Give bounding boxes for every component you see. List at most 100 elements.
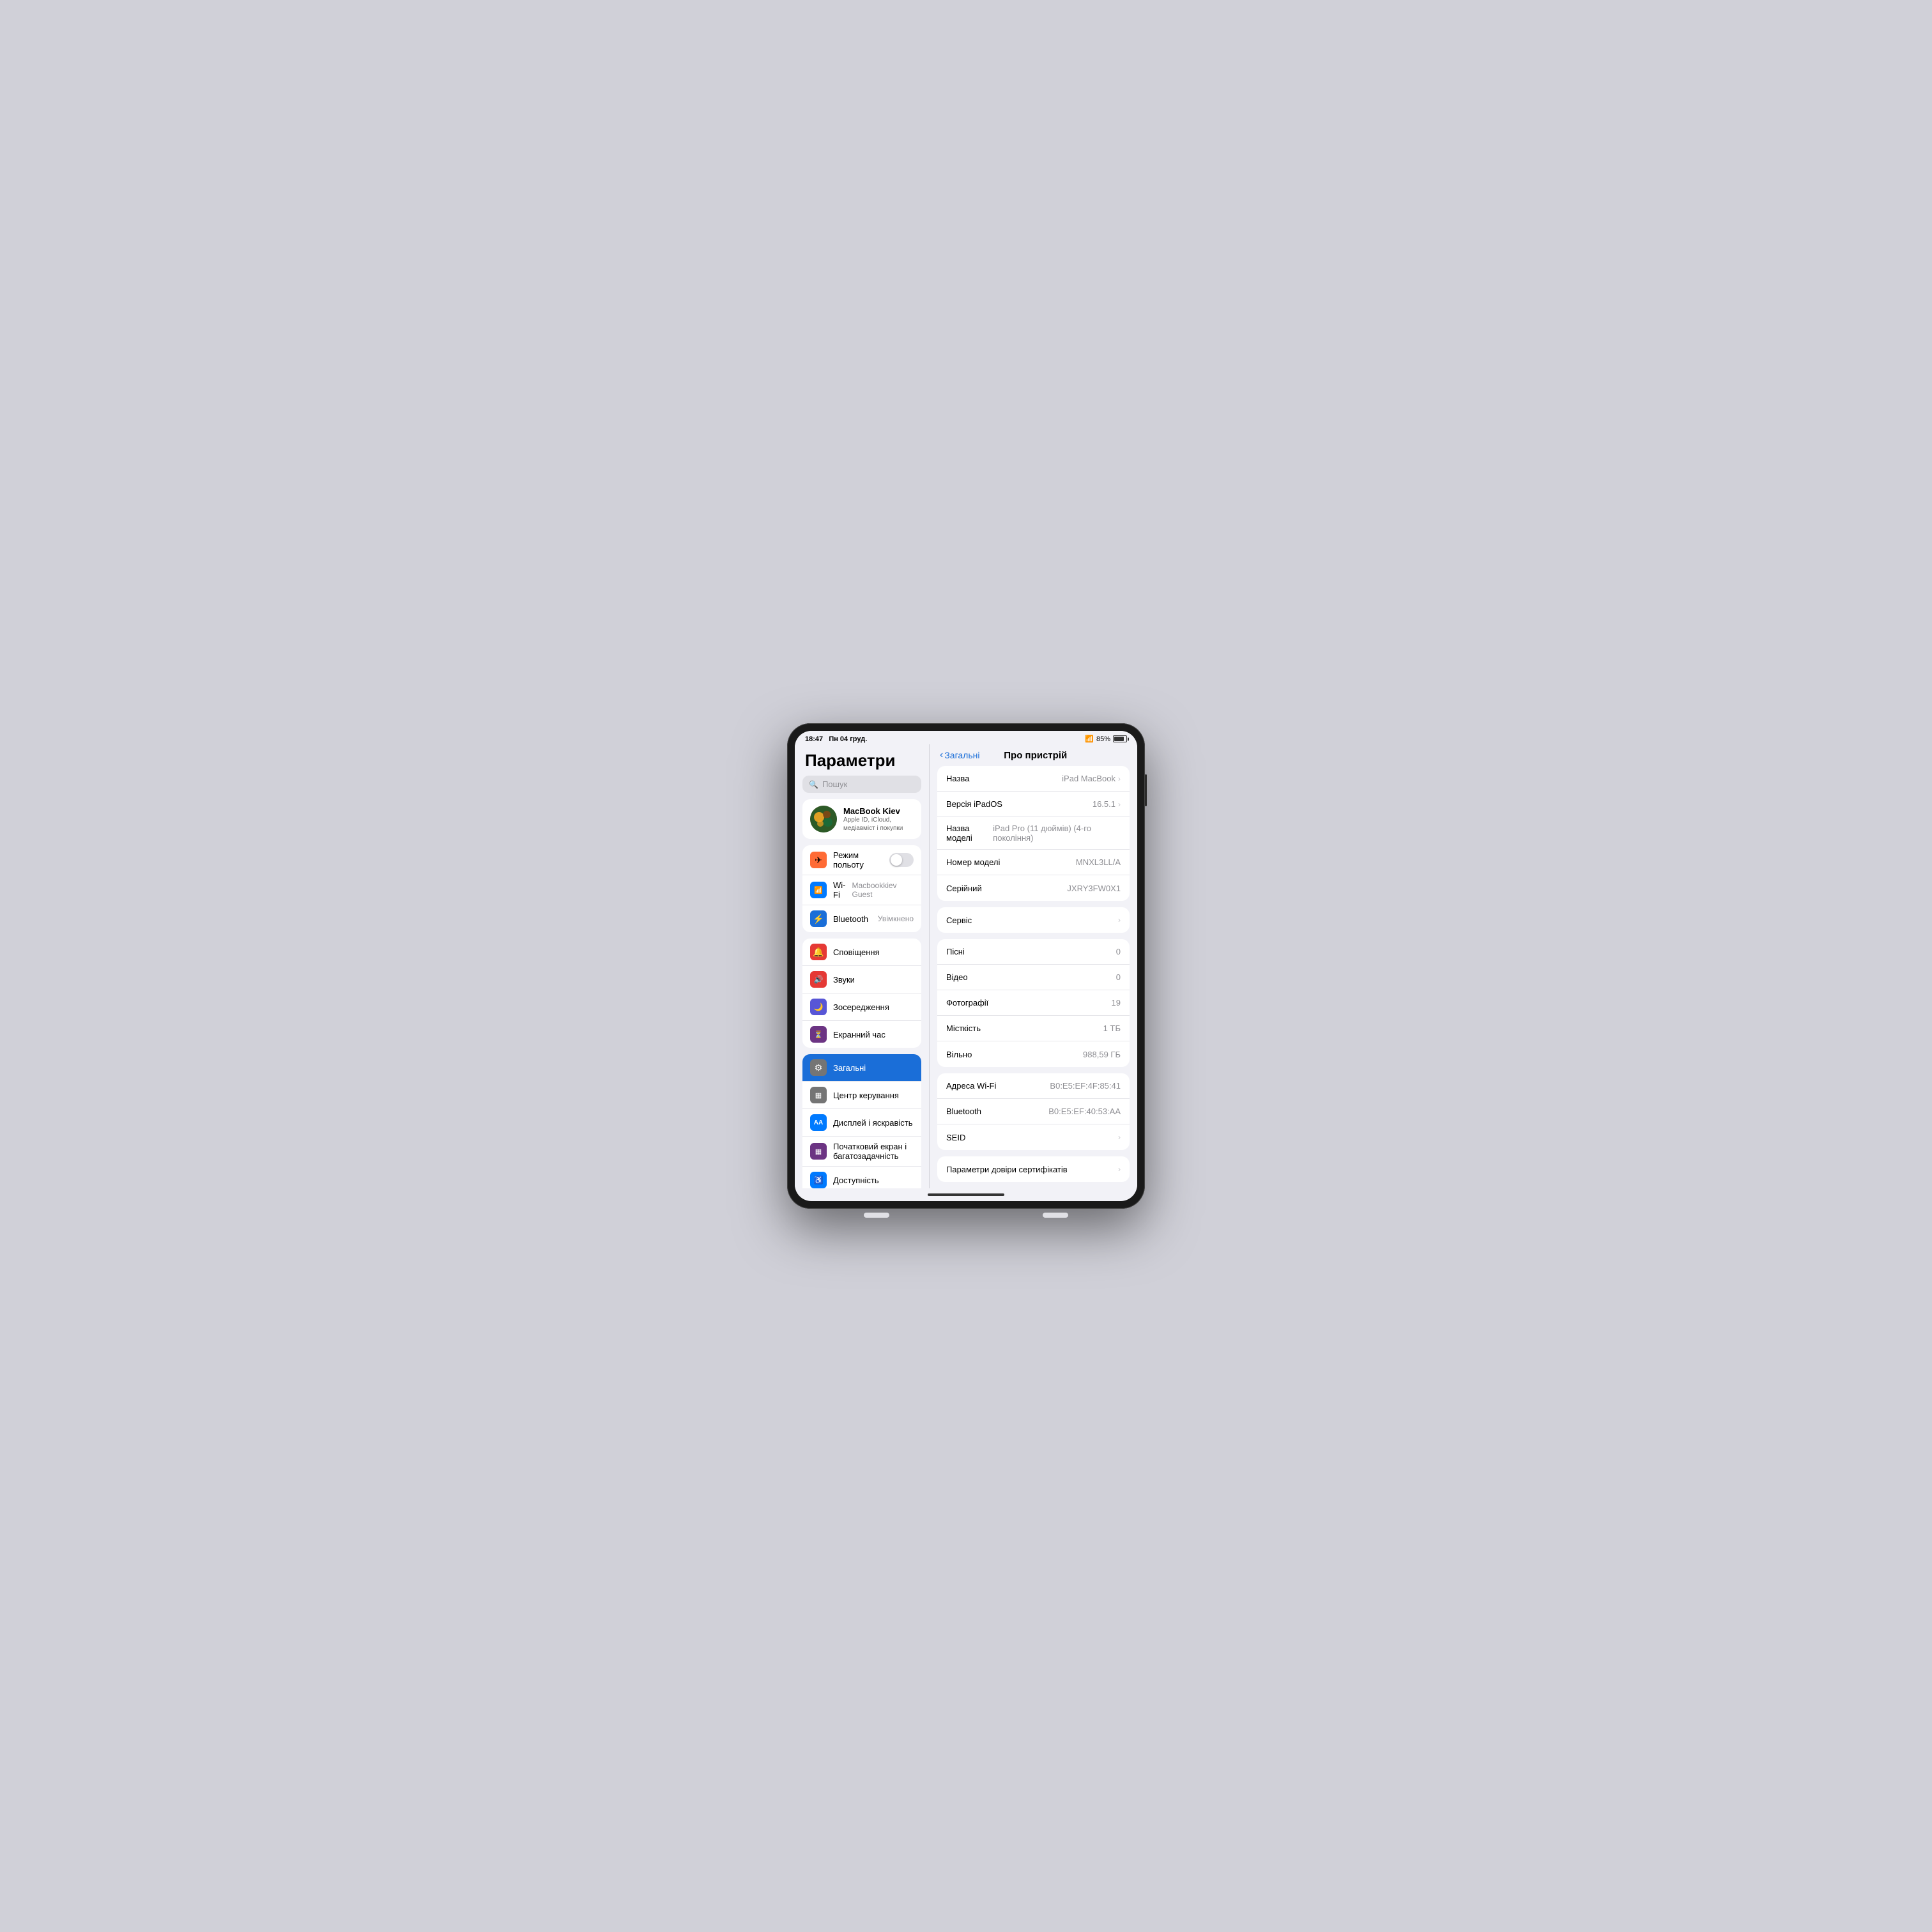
sidebar-item-notifications[interactable]: 🔔 Сповіщення — [802, 939, 921, 966]
info-group-device: Назва iPad MacBook › Версія iPadOS 16.5.… — [937, 766, 1130, 901]
info-row-name: Назва iPad MacBook › — [937, 766, 1130, 792]
cert-trust-value: › — [1118, 1165, 1121, 1174]
connector-right — [1043, 1213, 1068, 1218]
service-value: › — [1118, 916, 1121, 924]
sidebar-item-home-screen[interactable]: ▦ Початковий екран ібагатозадачність — [802, 1137, 921, 1167]
accessibility-icon: ♿ — [810, 1172, 827, 1188]
battery-percent: 85% — [1096, 735, 1110, 743]
info-row-video: Відео 0 — [937, 965, 1130, 990]
connector-left — [864, 1213, 889, 1218]
status-date: Пн 04 груд. — [829, 735, 867, 743]
songs-value: 0 — [1116, 947, 1121, 956]
model-number-value: MNXL3LL/A — [1076, 857, 1121, 867]
available-label: Вільно — [946, 1050, 972, 1059]
account-name: MacBook Kiev — [843, 806, 914, 816]
info-row-bluetooth-address: Bluetooth B0:E5:EF:40:53:AA — [937, 1099, 1130, 1124]
search-placeholder: Пошук — [822, 779, 847, 789]
focus-icon: 🌙 — [810, 999, 827, 1015]
info-group-media: Пісні 0 Відео 0 Фотографії 19 Місткість … — [937, 939, 1130, 1067]
sidebar-item-display[interactable]: AA Дисплей і яскравість — [802, 1109, 921, 1137]
battery-fill — [1114, 737, 1124, 741]
model-name-label: Назва моделі — [946, 824, 993, 843]
sidebar-item-focus[interactable]: 🌙 Зосередження — [802, 993, 921, 1021]
photos-label: Фотографії — [946, 998, 988, 1008]
ipad-screen: 18:47 Пн 04 груд. 📶 85% Параметри 🔍 — [795, 731, 1137, 1201]
info-group-network: Адреса Wi-Fi B0:E5:EF:4F:85:41 Bluetooth… — [937, 1073, 1130, 1150]
home-bar — [928, 1193, 1004, 1196]
sounds-label: Звуки — [833, 975, 914, 985]
info-row-seid[interactable]: SEID › — [937, 1124, 1130, 1150]
settings-group-connectivity: ✈ Режим польоту 📶 Wi-Fi Macbookkiev Gues… — [802, 845, 921, 932]
back-chevron-icon: ‹ — [940, 749, 943, 761]
video-label: Відео — [946, 972, 968, 982]
info-row-service[interactable]: Сервіс › — [937, 907, 1130, 933]
search-bar[interactable]: 🔍 Пошук — [802, 776, 921, 793]
panel-nav: ‹ Загальні Про пристрій — [930, 744, 1137, 766]
info-row-ipados: Версія iPadOS 16.5.1 › — [937, 792, 1130, 817]
bluetooth-address-value: B0:E5:EF:40:53:AA — [1048, 1107, 1121, 1116]
info-row-model-name: Назва моделі iPad Pro (11 дюймів) (4-го … — [937, 817, 1130, 850]
wifi-label: Wi-Fi — [833, 880, 846, 900]
notifications-label: Сповіщення — [833, 947, 914, 957]
general-icon: ⚙ — [810, 1059, 827, 1076]
display-icon: AA — [810, 1114, 827, 1131]
status-right-icons: 📶 85% — [1085, 735, 1127, 743]
sidebar-item-airplane[interactable]: ✈ Режим польоту — [802, 845, 921, 875]
sidebar-item-bluetooth[interactable]: ⚡ Bluetooth Увімкнено — [802, 905, 921, 932]
info-row-capacity: Місткість 1 ТБ — [937, 1016, 1130, 1041]
bluetooth-label: Bluetooth — [833, 914, 871, 924]
sidebar-item-screen-time[interactable]: ⏳ Екранний час — [802, 1021, 921, 1048]
home-indicator[interactable] — [795, 1188, 1137, 1201]
general-label: Загальні — [833, 1063, 914, 1073]
photos-value: 19 — [1112, 998, 1121, 1008]
accessibility-label: Доступність — [833, 1176, 914, 1185]
battery-icon — [1113, 735, 1127, 742]
info-row-serial: Серійний JXRY3FW0X1 — [937, 875, 1130, 901]
seid-value: › — [1118, 1133, 1121, 1142]
sidebar-item-general[interactable]: ⚙ Загальні — [802, 1054, 921, 1082]
serial-label: Серійний — [946, 884, 982, 893]
power-button[interactable] — [1145, 774, 1147, 806]
display-label: Дисплей і яскравість — [833, 1118, 914, 1128]
info-row-songs: Пісні 0 — [937, 939, 1130, 965]
status-time-date: 18:47 Пн 04 груд. — [805, 735, 867, 743]
service-chevron: › — [1118, 916, 1121, 924]
name-value: iPad MacBook › — [1062, 774, 1121, 783]
sidebar-item-accessibility[interactable]: ♿ Доступність — [802, 1167, 921, 1188]
wifi-address-label: Адреса Wi-Fi — [946, 1081, 996, 1091]
info-row-cert-trust[interactable]: Параметри довіри сертифікатів › — [937, 1156, 1130, 1182]
ipados-label: Версія iPadOS — [946, 799, 1002, 809]
focus-label: Зосередження — [833, 1002, 914, 1012]
account-avatar — [810, 806, 837, 832]
status-bar: 18:47 Пн 04 груд. 📶 85% — [795, 731, 1137, 744]
info-row-photos: Фотографії 19 — [937, 990, 1130, 1016]
sidebar-item-control-center[interactable]: ▦ Центр керування — [802, 1082, 921, 1109]
status-time: 18:47 — [805, 735, 823, 743]
home-screen-label: Початковий екран ібагатозадачність — [833, 1142, 914, 1161]
airplane-label: Режим польоту — [833, 850, 883, 870]
back-label: Загальні — [944, 750, 979, 760]
search-icon: 🔍 — [809, 780, 818, 789]
seid-chevron: › — [1118, 1133, 1121, 1142]
model-number-label: Номер моделі — [946, 857, 1000, 867]
sidebar-title: Параметри — [795, 744, 929, 776]
sidebar-item-sounds[interactable]: 🔊 Звуки — [802, 966, 921, 993]
wifi-address-value: B0:E5:EF:4F:85:41 — [1050, 1081, 1121, 1091]
capacity-label: Місткість — [946, 1023, 981, 1033]
home-screen-icon: ▦ — [810, 1143, 827, 1160]
bluetooth-value: Увімкнено — [878, 914, 914, 923]
account-subtitle: Apple ID, iCloud,медіавміст і покупки — [843, 816, 914, 832]
capacity-value: 1 ТБ — [1103, 1023, 1121, 1033]
back-button[interactable]: ‹ Загальні — [940, 749, 979, 761]
songs-label: Пісні — [946, 947, 965, 956]
sounds-icon: 🔊 — [810, 971, 827, 988]
sidebar-item-wifi[interactable]: 📶 Wi-Fi Macbookkiev Guest — [802, 875, 921, 905]
model-name-value: iPad Pro (11 дюймів) (4-го покоління) — [993, 824, 1121, 843]
airplane-toggle[interactable] — [889, 853, 914, 867]
sidebar: Параметри 🔍 Пошук — [795, 744, 929, 1188]
account-section[interactable]: MacBook Kiev Apple ID, iCloud,медіавміст… — [802, 799, 921, 839]
service-label: Сервіс — [946, 916, 972, 925]
notifications-icon: 🔔 — [810, 944, 827, 960]
account-info: MacBook Kiev Apple ID, iCloud,медіавміст… — [843, 806, 914, 832]
info-row-available: Вільно 988,59 ГБ — [937, 1041, 1130, 1067]
